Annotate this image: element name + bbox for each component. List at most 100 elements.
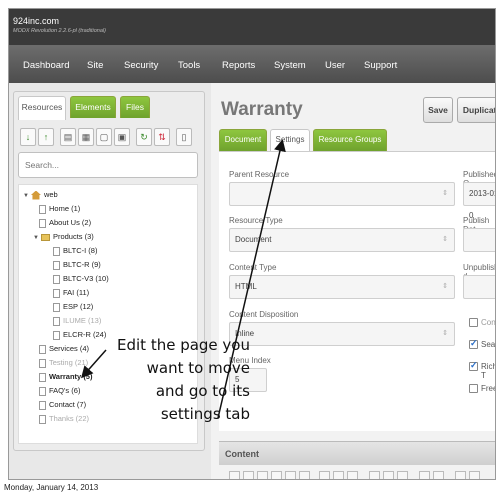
checkbox-label: Conta xyxy=(481,318,496,327)
editor-button-icon[interactable] xyxy=(433,471,444,479)
tab-document[interactable]: Document xyxy=(219,129,267,151)
editor-button-icon[interactable] xyxy=(383,471,394,479)
page-icon xyxy=(53,246,60,256)
editor-button-icon[interactable] xyxy=(469,471,480,479)
new-folder-icon[interactable]: ▤ xyxy=(60,128,76,146)
content-heading: Content xyxy=(225,449,259,459)
editor-button-icon[interactable] xyxy=(299,471,310,479)
editor-button-icon[interactable] xyxy=(419,471,430,479)
tree-node[interactable]: Thanks (22) xyxy=(39,414,89,424)
editor-button-icon[interactable] xyxy=(271,471,282,479)
new-static-icon[interactable]: ▣ xyxy=(114,128,130,146)
content-type-label: Content Type xyxy=(229,263,277,272)
move-up-icon[interactable]: ↑ xyxy=(38,128,54,146)
search-input[interactable] xyxy=(18,152,198,178)
tree-toolbar: ↓ ↑ ▤ ▦ ▢ ▣ ↻ ⇅ ▯ xyxy=(18,128,198,148)
tree-node[interactable]: BLTC-R (9) xyxy=(53,260,101,270)
page-icon xyxy=(39,400,46,410)
editor-button-icon[interactable] xyxy=(319,471,330,479)
tree-node[interactable]: FAI (11) xyxy=(53,288,89,298)
tree-node[interactable]: FAQ's (6) xyxy=(39,386,80,396)
tab-settings[interactable]: Settings xyxy=(270,129,310,152)
editor-button-icon[interactable] xyxy=(369,471,380,479)
editor-button-icon[interactable] xyxy=(347,471,358,479)
nav-support[interactable]: Support xyxy=(364,60,397,71)
content-type-select[interactable]: HTML ⇕ xyxy=(229,275,455,299)
refresh-icon[interactable]: ↻ xyxy=(136,128,152,146)
new-weblink-icon[interactable]: ▦ xyxy=(78,128,94,146)
rich-text-checkbox[interactable] xyxy=(469,360,478,371)
expand-arrow-icon[interactable]: ▼ xyxy=(33,235,39,241)
freeze-uri-checkbox[interactable] xyxy=(469,384,478,393)
searchable-checkbox[interactable] xyxy=(469,338,478,349)
checkbox-label: Rich T xyxy=(481,362,496,380)
nav-security[interactable]: Security xyxy=(124,60,158,71)
tab-files[interactable]: Files xyxy=(120,96,150,118)
nav-reports[interactable]: Reports xyxy=(222,60,255,71)
save-button[interactable]: Save xyxy=(423,97,453,123)
editor-button-icon[interactable] xyxy=(229,471,240,479)
annotation-line: settings tab xyxy=(160,405,250,423)
tree-node[interactable]: Services (4) xyxy=(39,344,89,354)
tab-elements[interactable]: Elements xyxy=(70,96,116,118)
tree-node[interactable]: BLTC-I (8) xyxy=(53,246,97,256)
page-icon xyxy=(39,218,46,228)
page-icon xyxy=(53,274,60,284)
content-section-header[interactable]: Content xyxy=(219,441,495,465)
tree-node-web[interactable]: ▼ web xyxy=(23,190,58,200)
tab-resource-groups[interactable]: Resource Groups xyxy=(313,129,387,151)
page-icon xyxy=(53,302,60,312)
page-icon xyxy=(53,260,60,270)
nav-dashboard[interactable]: Dashboard xyxy=(23,60,69,71)
unpublish-date-field[interactable] xyxy=(463,275,495,299)
nav-site[interactable]: Site xyxy=(87,60,103,71)
tree-node[interactable]: ELCR-R (24) xyxy=(53,330,106,340)
page-icon xyxy=(39,344,46,354)
publish-date-field[interactable] xyxy=(463,228,495,252)
sort-icon[interactable]: ⇅ xyxy=(154,128,170,146)
page-icon xyxy=(39,386,46,396)
content-disposition-select[interactable]: Inline ⇕ xyxy=(229,322,455,346)
duplicate-button[interactable]: Duplicate xyxy=(457,97,495,123)
tree-node[interactable]: About Us (2) xyxy=(39,218,91,228)
editor-button-icon[interactable] xyxy=(285,471,296,479)
tab-resources[interactable]: Resources xyxy=(18,96,66,120)
published-on-field[interactable]: 2013-01-0 xyxy=(463,182,495,220)
tree-node[interactable]: ILUME (13) xyxy=(53,316,101,326)
content-disposition-label: Content Disposition xyxy=(229,310,299,319)
expand-arrow-icon[interactable]: ▼ xyxy=(23,193,29,199)
trash-icon[interactable]: ▯ xyxy=(176,128,192,146)
move-down-icon[interactable]: ↓ xyxy=(20,128,36,146)
annotation-line: Edit the page you xyxy=(117,336,250,354)
editor-button-icon[interactable] xyxy=(257,471,268,479)
tree-node-products[interactable]: ▼ Products (3) xyxy=(33,232,94,241)
nav-system[interactable]: System xyxy=(274,60,306,71)
container-checkbox[interactable] xyxy=(469,318,478,327)
annotation-line: want to move xyxy=(146,359,250,377)
editor-button-icon[interactable] xyxy=(455,471,466,479)
tree-node[interactable]: Contact (7) xyxy=(39,400,86,410)
parent-resource-field[interactable]: ⇕ xyxy=(229,182,455,206)
page-icon xyxy=(39,414,46,424)
site-brand: 924inc.com xyxy=(13,16,60,26)
tree-node[interactable]: ESP (12) xyxy=(53,302,93,312)
page-icon xyxy=(39,204,46,214)
chevron-updown-icon: ⇕ xyxy=(442,236,448,243)
tree-node[interactable]: Testing (21) xyxy=(39,358,88,368)
tree-node-warranty[interactable]: Warranty (5) xyxy=(39,372,92,382)
settings-panel: Parent Resource ⇕ Resource Type Document… xyxy=(219,151,496,431)
editor-button-icon[interactable] xyxy=(397,471,408,479)
editor-button-icon[interactable] xyxy=(243,471,254,479)
nav-user[interactable]: User xyxy=(325,60,345,71)
nav-tools[interactable]: Tools xyxy=(178,60,200,71)
version-label: MODX Revolution 2.2.6-pl (traditional) xyxy=(13,28,106,34)
tree-node[interactable]: BLTC-V3 (10) xyxy=(53,274,109,284)
chevron-updown-icon: ⇕ xyxy=(442,330,448,337)
slide-date: Monday, January 14, 2013 xyxy=(4,483,99,492)
tree-node[interactable]: Home (1) xyxy=(39,204,80,214)
editor-button-icon[interactable] xyxy=(333,471,344,479)
resource-type-select[interactable]: Document ⇕ xyxy=(229,228,455,252)
page-icon xyxy=(39,372,46,382)
new-symlink-icon[interactable]: ▢ xyxy=(96,128,112,146)
page-title: Warranty xyxy=(221,99,303,120)
